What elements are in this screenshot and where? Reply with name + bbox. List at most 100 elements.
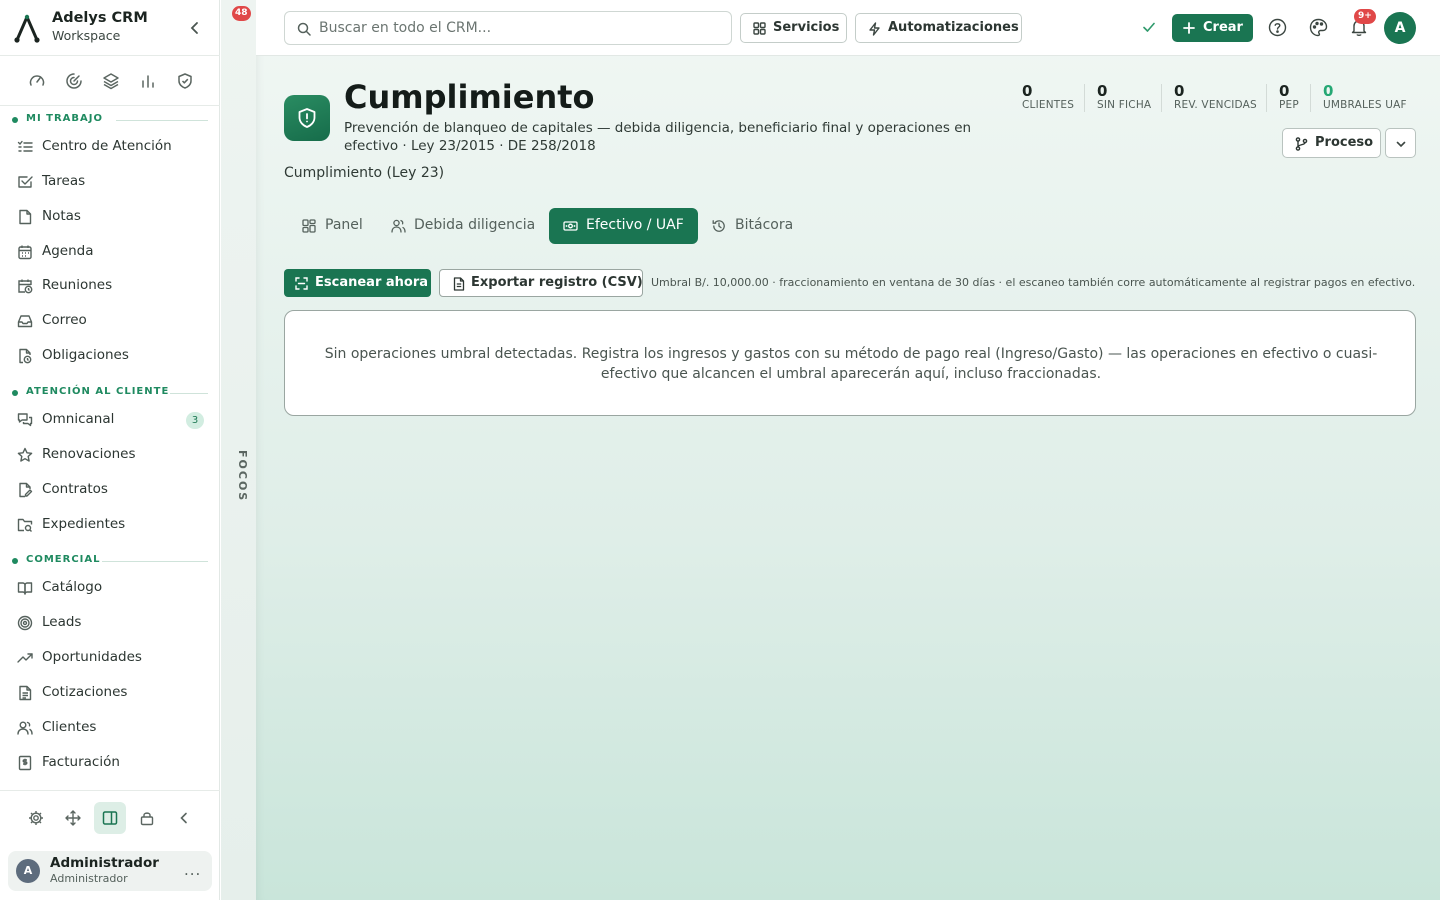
book-open-icon <box>17 580 33 596</box>
process-button[interactable]: Proceso <box>1282 128 1381 158</box>
sidebar-item-clientes[interactable]: Clientes <box>8 712 212 744</box>
sidebar-item-tareas[interactable]: Tareas <box>8 166 212 198</box>
gauge-icon[interactable] <box>28 72 46 90</box>
sidebar-item-facturacion[interactable]: Facturación <box>8 747 212 779</box>
chevron-left-icon[interactable] <box>168 802 200 834</box>
tab-bitacora[interactable]: Bitácora <box>698 208 808 244</box>
scan-icon <box>295 277 308 290</box>
layers-icon[interactable] <box>102 72 120 90</box>
focos-count-badge: 48 <box>232 6 251 21</box>
app-name: Adelys CRM <box>52 10 148 26</box>
automatizaciones-button[interactable]: Automatizaciones <box>855 13 1022 43</box>
sidebar: Adelys CRM Workspace MI TRABAJO Centro d… <box>0 0 220 900</box>
sidebar-item-label: Facturación <box>42 754 120 770</box>
scan-now-label: Escanear ahora <box>315 275 429 290</box>
list-check-icon <box>17 139 33 155</box>
palette-icon[interactable] <box>1309 18 1328 37</box>
shield-check-icon[interactable] <box>176 72 194 90</box>
sidebar-item-expedientes[interactable]: Expedientes <box>8 509 212 541</box>
sidebar-item-label: Tareas <box>42 173 86 189</box>
brand-header: Adelys CRM Workspace <box>0 0 220 56</box>
tab-label: Panel <box>325 217 363 233</box>
scan-now-button[interactable]: Escanear ahora <box>284 269 431 297</box>
sidebar-item-reuniones[interactable]: Reuniones <box>8 270 212 302</box>
sidebar-item-label: Cotizaciones <box>42 684 128 700</box>
users-icon <box>391 219 406 233</box>
empty-state-message: Sin operaciones umbral detectadas. Regis… <box>324 346 1378 382</box>
focos-panel-toggle[interactable]: 48 FOCOS <box>221 0 256 900</box>
quick-access-bar <box>0 56 220 106</box>
sidebar-item-omnicanal[interactable]: Omnicanal 3 <box>8 404 212 436</box>
file-signature-icon <box>17 482 33 498</box>
stat-value: 0 <box>1022 82 1033 100</box>
sidebar-item-centro-de-atencion[interactable]: Centro de Atención <box>8 131 212 163</box>
sidebar-item-notas[interactable]: Notas <box>8 201 212 233</box>
unread-count-badge: 3 <box>186 412 204 429</box>
export-csv-button[interactable]: Exportar registro (CSV) <box>439 269 643 297</box>
search-input[interactable] <box>319 14 719 42</box>
collapse-sidebar-icon[interactable] <box>186 18 202 38</box>
sidebar-item-catalogo[interactable]: Catálogo <box>8 572 212 604</box>
sidebar-item-label: Contratos <box>42 481 108 497</box>
sidebar-item-label: Reuniones <box>42 277 113 293</box>
section-comercial: COMERCIAL <box>12 554 208 568</box>
sidebar-item-leads[interactable]: Leads <box>8 607 212 639</box>
user-role: Administrador <box>50 872 128 885</box>
more-options-icon[interactable]: ... <box>184 861 201 879</box>
search-icon <box>297 22 311 36</box>
page-subtitle: Prevención de blanqueo de capitales — de… <box>344 120 972 154</box>
servicios-button[interactable]: Servicios <box>740 13 847 43</box>
sidebar-item-contratos[interactable]: Contratos <box>8 474 212 506</box>
stat-value: 0 <box>1174 82 1185 100</box>
user-name: Administrador <box>50 855 159 871</box>
banknote-icon <box>563 219 578 233</box>
top-bar: Servicios Automatizaciones Crear 9+ A <box>256 0 1440 56</box>
workspace-name: Workspace <box>52 28 121 43</box>
bar-chart-icon[interactable] <box>139 72 157 90</box>
process-dropdown-button[interactable] <box>1385 128 1416 158</box>
receipt-icon <box>17 755 33 771</box>
grid-icon <box>753 22 766 35</box>
checkbox-icon <box>17 174 33 190</box>
sidebar-item-cotizaciones[interactable]: Cotizaciones <box>8 677 212 709</box>
sidebar-item-obligaciones[interactable]: Obligaciones <box>8 340 212 372</box>
inbox-icon <box>17 313 33 329</box>
sidebar-item-oportunidades[interactable]: Oportunidades <box>8 642 212 674</box>
sidebar-item-label: Oportunidades <box>42 649 142 665</box>
lightning-icon <box>868 22 881 36</box>
sidebar-item-label: Notas <box>42 208 81 224</box>
tab-debida-diligencia[interactable]: Debida diligencia <box>377 208 548 244</box>
focos-label: FOCOS <box>236 450 249 503</box>
sidebar-item-correo[interactable]: Correo <box>8 305 212 337</box>
sidebar-item-label: Correo <box>42 312 87 328</box>
stat-label: REV. VENCIDAS <box>1174 99 1257 111</box>
stat-value: 0 <box>1279 82 1290 100</box>
user-avatar-button[interactable]: A <box>1384 12 1416 44</box>
help-icon[interactable] <box>1268 18 1287 37</box>
tab-efectivo-uaf[interactable]: Efectivo / UAF <box>549 208 698 244</box>
adelys-logo-icon <box>14 13 40 43</box>
sidebar-item-renovaciones[interactable]: Renovaciones <box>8 439 212 471</box>
sidebar-item-agenda[interactable]: Agenda <box>8 236 212 268</box>
file-clock-icon <box>17 348 33 364</box>
create-button[interactable]: Crear <box>1172 14 1253 42</box>
settings-icon[interactable] <box>20 802 52 834</box>
panel-icon[interactable] <box>94 802 126 834</box>
lock-icon[interactable] <box>131 802 163 834</box>
avatar: A <box>16 859 40 883</box>
sidebar-item-label: Catálogo <box>42 579 103 595</box>
radar-icon[interactable] <box>65 72 83 90</box>
move-icon[interactable] <box>57 802 89 834</box>
target-icon <box>17 615 33 631</box>
star-icon <box>17 447 33 463</box>
tab-label: Debida diligencia <box>414 217 536 233</box>
stat-label: CLIENTES <box>1022 99 1075 111</box>
section-mi-trabajo: MI TRABAJO <box>12 113 208 127</box>
compliance-shield-icon <box>284 95 330 141</box>
stat-label: SIN FICHA <box>1097 99 1152 111</box>
git-branch-icon <box>1295 137 1308 151</box>
user-menu[interactable]: A Administrador Administrador ... <box>8 851 212 891</box>
tab-panel[interactable]: Panel <box>288 208 376 244</box>
sidebar-item-label: Leads <box>42 614 82 630</box>
global-search[interactable] <box>284 11 732 45</box>
